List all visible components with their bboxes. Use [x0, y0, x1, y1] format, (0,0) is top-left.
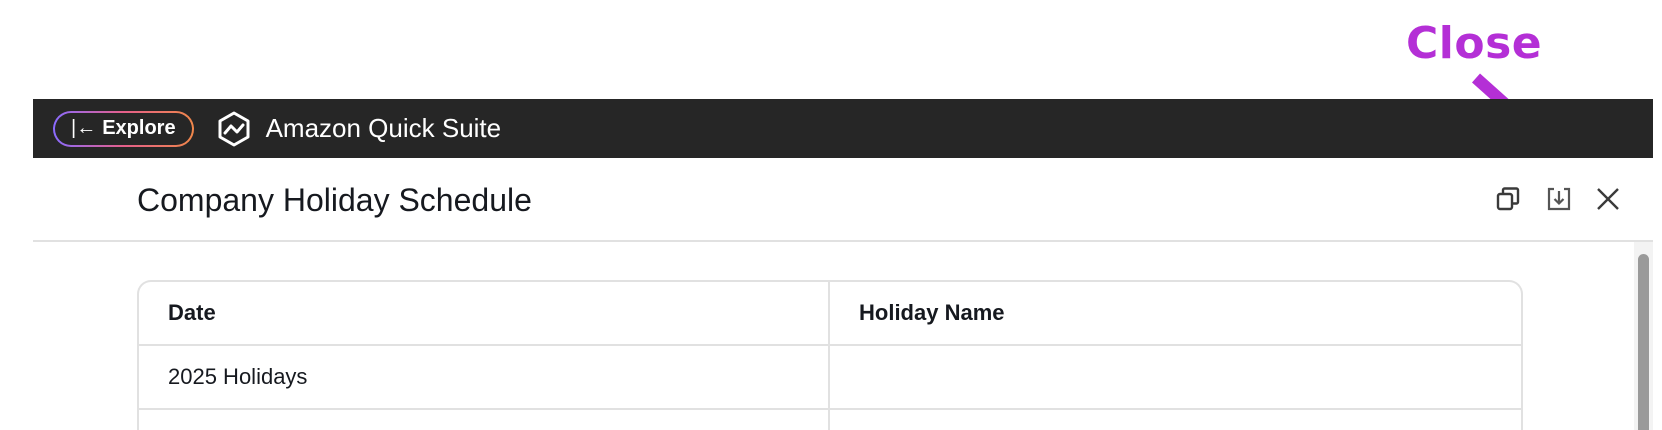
- table-cell-holiday-name: [830, 346, 1521, 408]
- panel-title: Company Holiday Schedule: [137, 182, 532, 218]
- table-row: [139, 410, 1521, 430]
- panel-header: Company Holiday Schedule: [33, 158, 1653, 242]
- explore-button[interactable]: |← Explore: [53, 111, 194, 147]
- document-panel: Company Holiday Schedule Date Holiday Na…: [33, 158, 1653, 430]
- top-bar: |← Explore Amazon Quick Suite: [33, 99, 1653, 158]
- screenshot: Close |← Explore Amazon Quick Suite Comp…: [0, 0, 1662, 430]
- quick-suite-logo-icon: [216, 111, 252, 147]
- column-header-holiday-name: Holiday Name: [859, 300, 1005, 325]
- scrollbar-thumb[interactable]: [1638, 254, 1649, 430]
- annotation-label: Close: [1406, 18, 1543, 69]
- table-header-row: Date Holiday Name: [139, 282, 1521, 346]
- column-header-date: Date: [139, 282, 830, 344]
- table-cell-date: 2025 Holidays: [139, 346, 830, 408]
- table-cell-date: [139, 410, 830, 430]
- download-icon[interactable]: [1544, 184, 1574, 214]
- table-row: 2025 Holidays: [139, 346, 1521, 410]
- holiday-table: Date Holiday Name 2025 Holidays: [137, 280, 1523, 430]
- copy-icon[interactable]: [1493, 184, 1523, 214]
- table-cell-holiday-name: [830, 410, 1521, 430]
- collapse-left-icon: |←: [71, 117, 97, 139]
- explore-label: Explore: [102, 117, 176, 139]
- brand-name: Amazon Quick Suite: [265, 113, 502, 143]
- close-icon[interactable]: [1593, 184, 1623, 214]
